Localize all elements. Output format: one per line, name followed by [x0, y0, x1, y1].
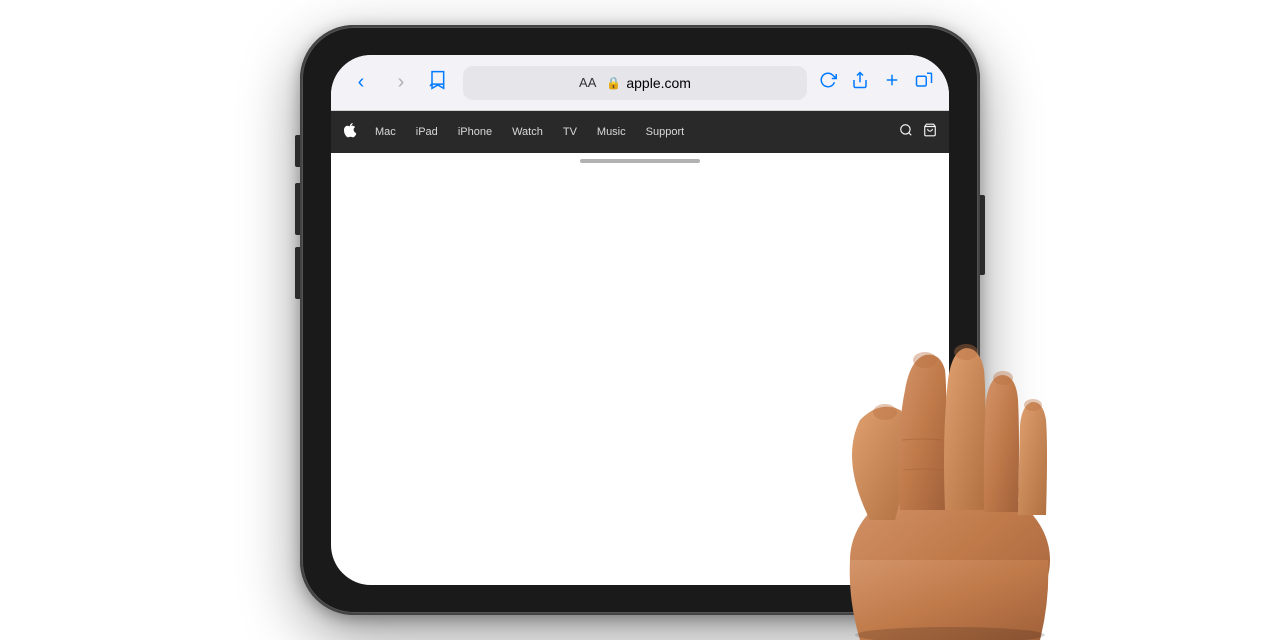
add-tab-button[interactable] [883, 71, 901, 95]
nav-mac[interactable]: Mac [365, 126, 406, 138]
nav-support[interactable]: Support [636, 126, 695, 138]
bookmark-button[interactable] [427, 70, 447, 95]
nav-iphone[interactable]: iPhone [448, 126, 502, 138]
nav-action-icons [899, 123, 937, 141]
volume-down-button[interactable] [295, 247, 300, 299]
safari-action-buttons [819, 71, 933, 95]
reload-button[interactable] [819, 71, 837, 95]
tabs-button[interactable] [915, 71, 933, 95]
apple-logo-icon[interactable] [343, 123, 357, 142]
nav-ipad[interactable]: iPad [406, 126, 448, 138]
power-button[interactable] [980, 195, 985, 275]
website-content: Mac iPad iPhone Watch TV Music Support [331, 111, 949, 153]
nav-watch[interactable]: Watch [502, 126, 553, 138]
forward-button[interactable]: › [387, 71, 415, 94]
back-button[interactable]: ‹ [347, 71, 375, 94]
volume-up-button[interactable] [295, 183, 300, 235]
nav-items-list: Mac iPad iPhone Watch TV Music Support [365, 126, 899, 138]
apple-navigation: Mac iPad iPhone Watch TV Music Support [331, 111, 949, 153]
phone-frame: ‹ › AA 🔒 apple.com [300, 25, 980, 615]
url-bar[interactable]: AA 🔒 apple.com [463, 66, 807, 100]
search-icon[interactable] [899, 123, 913, 141]
bag-icon[interactable] [923, 123, 937, 141]
mute-button[interactable] [295, 135, 300, 167]
nav-tv[interactable]: TV [553, 126, 587, 138]
share-button[interactable] [851, 71, 869, 95]
phone-screen: ‹ › AA 🔒 apple.com [331, 55, 949, 585]
text-size-button[interactable]: AA [579, 75, 596, 90]
safari-browser-bar: ‹ › AA 🔒 apple.com [331, 55, 949, 111]
home-indicator[interactable] [580, 159, 700, 163]
nav-music[interactable]: Music [587, 126, 636, 138]
lock-icon: 🔒 [606, 76, 621, 90]
url-domain[interactable]: apple.com [626, 75, 691, 91]
